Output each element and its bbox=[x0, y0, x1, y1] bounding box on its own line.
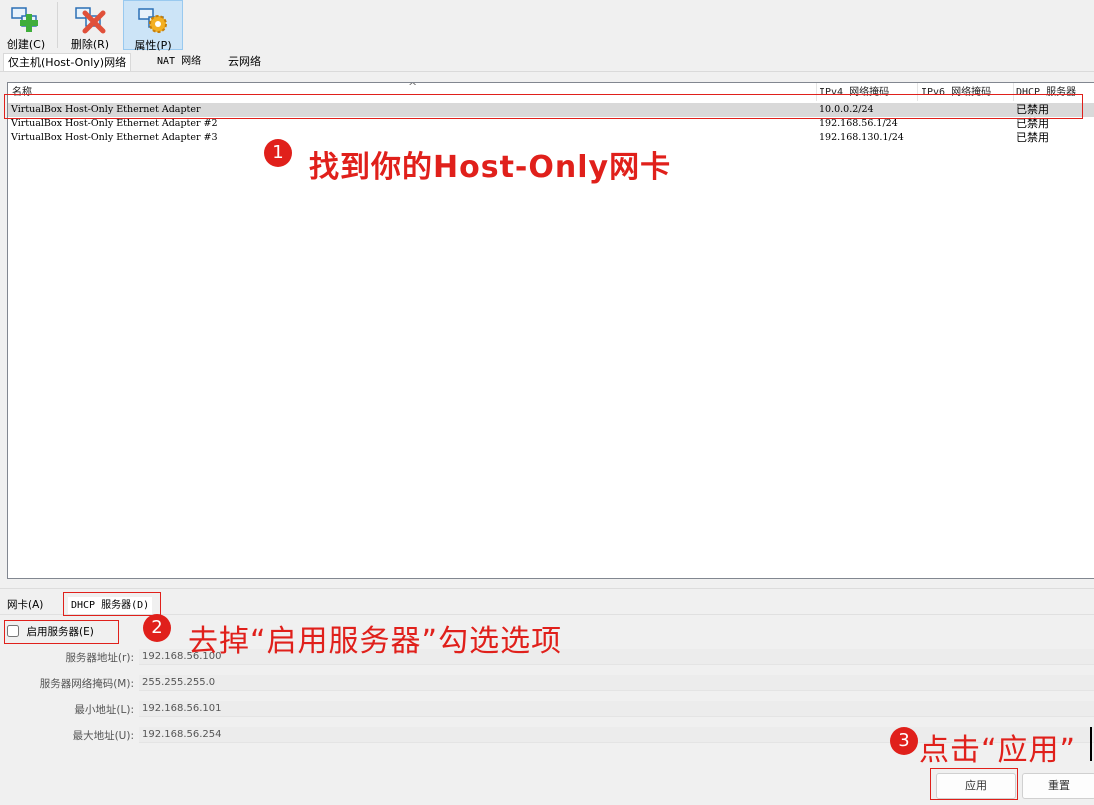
tab-cloud[interactable]: 云网络 bbox=[224, 53, 265, 71]
server-mask-label: 服务器网络掩码(M): bbox=[39, 678, 134, 690]
delete-label: 删除(R) bbox=[70, 38, 110, 51]
table-row[interactable]: VirtualBox Host-Only Ethernet Adapter #2… bbox=[8, 117, 1094, 131]
properties-label: 属性(P) bbox=[134, 39, 172, 52]
upper-address-label: 最大地址(U): bbox=[72, 730, 134, 742]
annotation-number-1: 1 bbox=[264, 139, 292, 167]
annotation-box-adapter-row bbox=[4, 94, 1083, 119]
annotation-text-3: 点击“应用” bbox=[919, 733, 1077, 768]
create-button[interactable]: 创建(C) bbox=[0, 0, 52, 51]
create-label: 创建(C) bbox=[6, 38, 46, 51]
delete-network-icon bbox=[75, 7, 106, 34]
row-ipv4: 192.168.56.1/24 bbox=[819, 118, 898, 129]
create-network-icon bbox=[11, 7, 38, 32]
annotation-text-2: 去掉“启用服务器”勾选选项 bbox=[188, 624, 563, 659]
annotation-number-3: 3 bbox=[890, 727, 918, 755]
annotation-text-1: 找到你的Host-Only网卡 bbox=[309, 150, 672, 185]
lower-address-label: 最小地址(L): bbox=[74, 704, 134, 716]
bottom-tabs-line bbox=[0, 614, 1094, 615]
annotation-box-dhcp-tab bbox=[63, 592, 161, 616]
annotation-box-apply-button bbox=[930, 768, 1018, 800]
bottom-panel-divider bbox=[0, 588, 1094, 589]
toolbar-separator bbox=[57, 2, 58, 48]
annotation-box-enable-checkbox bbox=[4, 620, 119, 644]
lower-address-field[interactable]: 192.168.56.101 bbox=[139, 701, 1094, 717]
server-address-label: 服务器地址(r): bbox=[65, 652, 134, 664]
annotation-number-2: 2 bbox=[143, 614, 171, 642]
tabs-divider bbox=[0, 71, 1094, 72]
reset-button[interactable]: 重置 bbox=[1022, 773, 1094, 799]
server-mask-field[interactable]: 255.255.255.0 bbox=[139, 675, 1094, 691]
row-ipv4: 192.168.130.1/24 bbox=[819, 132, 904, 143]
row-name: VirtualBox Host-Only Ethernet Adapter #2 bbox=[11, 118, 218, 129]
row-dhcp: 已禁用 bbox=[1016, 117, 1049, 130]
properties-button[interactable]: 属性(P) bbox=[123, 0, 183, 52]
text-cursor bbox=[1090, 727, 1092, 761]
tab-adapter[interactable]: 网卡(A) bbox=[4, 597, 46, 614]
sort-arrow-icon: ^ bbox=[408, 82, 418, 93]
row-name: VirtualBox Host-Only Ethernet Adapter #3 bbox=[11, 132, 218, 143]
tab-host-only[interactable]: 仅主机(Host-Only)网络 bbox=[3, 53, 132, 72]
row-dhcp: 已禁用 bbox=[1016, 131, 1049, 144]
delete-button[interactable]: 删除(R) bbox=[62, 0, 118, 51]
tab-nat[interactable]: NAT 网络 bbox=[153, 53, 205, 71]
properties-gear-icon bbox=[138, 8, 167, 33]
